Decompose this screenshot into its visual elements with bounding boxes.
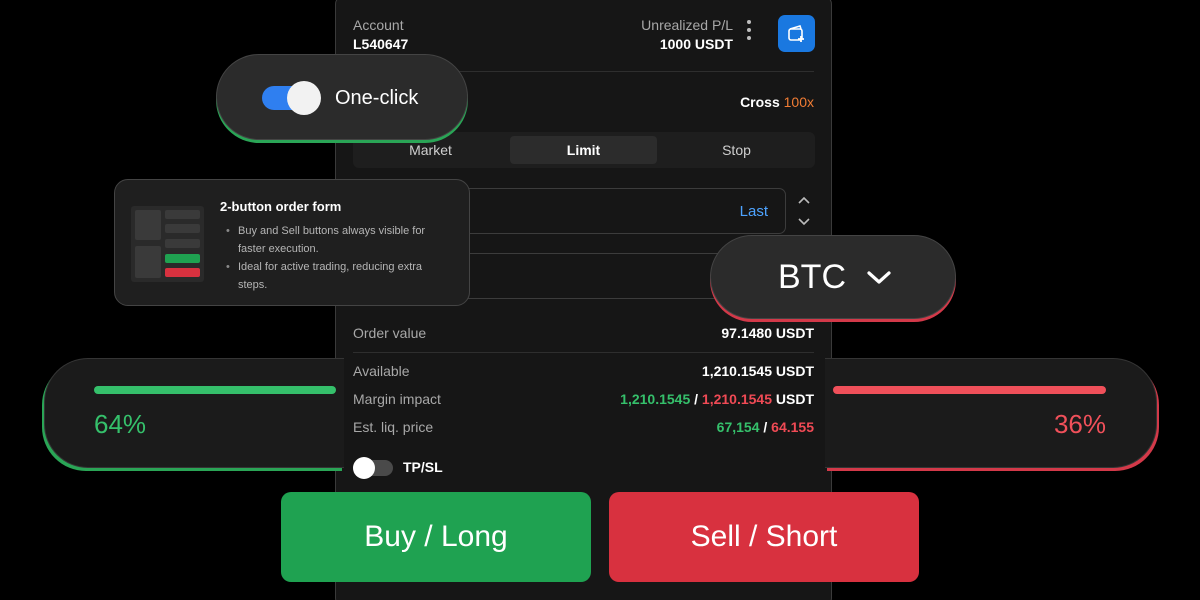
liq-price-label: Est. liq. price <box>353 419 434 435</box>
margin-impact-label: Margin impact <box>353 391 441 407</box>
symbol-name: BTC <box>778 258 846 296</box>
bullet-item: Buy and Sell buttons always visible for … <box>226 222 451 258</box>
tab-limit[interactable]: Limit <box>510 136 657 164</box>
tab-market[interactable]: Market <box>357 136 504 164</box>
unrealized-pl-label: Unrealized P/L <box>641 17 733 33</box>
buy-long-button[interactable]: Buy / Long <box>281 492 591 582</box>
available-label: Available <box>353 363 410 379</box>
short-ratio-percent: 36% <box>1053 409 1106 439</box>
chevron-down-icon <box>798 218 810 226</box>
short-ratio-panel <box>825 358 1157 468</box>
feature-card-bullets: Buy and Sell buttons always visible for … <box>226 222 451 294</box>
account-label: Account <box>353 17 404 33</box>
feature-card-title: 2-button order form <box>220 199 342 214</box>
chevron-up-icon <box>798 196 810 204</box>
kebab-menu-icon[interactable] <box>745 20 753 44</box>
long-ratio-bar <box>94 386 336 394</box>
tab-stop[interactable]: Stop <box>663 136 810 164</box>
long-ratio-panel <box>44 358 344 468</box>
order-value-label: Order value <box>353 325 427 341</box>
margin-mode[interactable]: Cross 100x <box>740 94 814 110</box>
sell-short-button[interactable]: Sell / Short <box>609 492 919 582</box>
feature-card: 2-button order form Buy and Sell buttons… <box>114 179 470 306</box>
long-ratio-percent: 64% <box>94 409 147 439</box>
order-value: 97.1480 USDT <box>721 325 814 341</box>
leverage-value: 100x <box>783 94 814 110</box>
tpsl-label: TP/SL <box>403 459 443 475</box>
liq-price-value: 67,154 / 64.155 <box>716 419 814 435</box>
margin-impact-value: 1,210.1545 / 1,210.1545 USDT <box>620 391 814 407</box>
wallet-add-icon <box>788 25 804 42</box>
chevron-down-icon <box>867 271 891 284</box>
wallet-button[interactable] <box>778 15 815 52</box>
price-reference[interactable]: Last <box>740 203 768 220</box>
account-id[interactable]: L540647 <box>353 36 408 52</box>
available-value: 1,210.1545 USDT <box>701 363 814 379</box>
tpsl-toggle[interactable] <box>353 457 393 479</box>
toggle-knob[interactable] <box>287 81 321 115</box>
price-stepper[interactable] <box>796 194 812 228</box>
order-form-thumbnail <box>131 206 204 282</box>
one-click-pill: One-click <box>216 54 468 140</box>
one-click-label: One-click <box>335 87 419 109</box>
short-ratio-bar <box>833 386 1106 394</box>
symbol-selector[interactable]: BTC <box>710 235 956 319</box>
unrealized-pl-value: 1000 USDT <box>659 36 733 52</box>
divider <box>353 352 814 353</box>
bullet-item: Ideal for active trading, reducing extra… <box>226 258 451 294</box>
